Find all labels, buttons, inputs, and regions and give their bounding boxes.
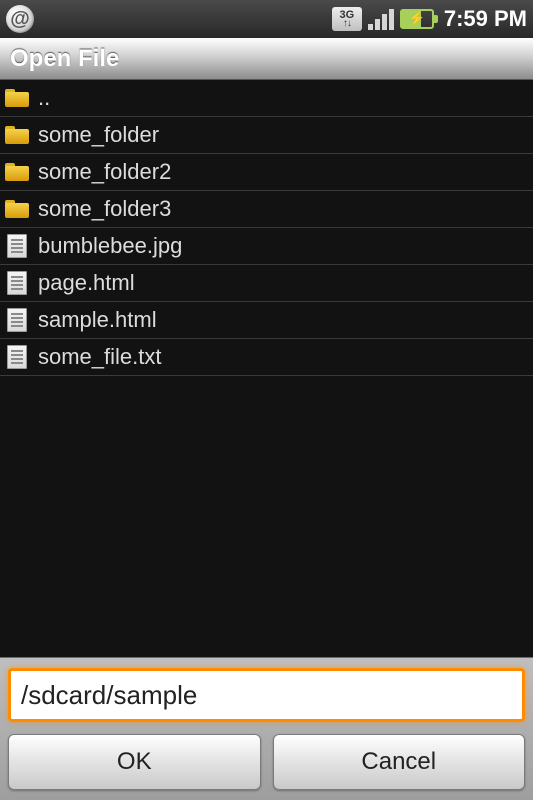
folder-icon — [5, 126, 29, 144]
file-icon — [7, 234, 27, 258]
bottom-panel: OK Cancel — [0, 657, 533, 800]
file-name-label: .. — [34, 85, 50, 111]
file-row[interactable]: sample.html — [0, 302, 533, 339]
app-at-icon: @ — [6, 5, 34, 33]
file-name-label: some_file.txt — [34, 344, 162, 370]
file-icon — [7, 345, 27, 369]
status-right: 3G ↑↓ ⚡ 7:59 PM — [332, 6, 527, 32]
signal-icon — [368, 8, 394, 30]
file-row[interactable]: some_folder2 — [0, 154, 533, 191]
file-name-label: page.html — [34, 270, 135, 296]
file-name-label: some_folder3 — [34, 196, 171, 222]
network-3g-icon: 3G ↑↓ — [332, 7, 362, 31]
file-icon — [7, 271, 27, 295]
file-row[interactable]: some_folder3 — [0, 191, 533, 228]
file-row[interactable]: some_file.txt — [0, 339, 533, 376]
file-name-label: some_folder — [34, 122, 159, 148]
file-name-label: some_folder2 — [34, 159, 171, 185]
dialog-title: Open File — [0, 38, 533, 80]
folder-icon — [5, 89, 29, 107]
status-left: @ — [6, 5, 34, 33]
file-icon — [7, 308, 27, 332]
file-row[interactable]: some_folder — [0, 117, 533, 154]
file-name-label: bumblebee.jpg — [34, 233, 182, 259]
button-row: OK Cancel — [8, 734, 525, 790]
folder-icon — [5, 163, 29, 181]
screen: @ 3G ↑↓ ⚡ 7:59 PM Open File .. some_folde… — [0, 0, 533, 800]
ok-button[interactable]: OK — [8, 734, 261, 790]
cancel-button[interactable]: Cancel — [273, 734, 526, 790]
folder-icon — [5, 200, 29, 218]
data-arrows-icon: ↑↓ — [343, 19, 351, 29]
file-row[interactable]: page.html — [0, 265, 533, 302]
file-row[interactable]: bumblebee.jpg — [0, 228, 533, 265]
file-list[interactable]: .. some_folder some_folder2 some_folder3bum… — [0, 80, 533, 657]
battery-icon: ⚡ — [400, 9, 434, 29]
clock: 7:59 PM — [444, 6, 527, 32]
file-name-label: sample.html — [34, 307, 157, 333]
path-input[interactable] — [8, 668, 525, 722]
file-row[interactable]: .. — [0, 80, 533, 117]
status-bar: @ 3G ↑↓ ⚡ 7:59 PM — [0, 0, 533, 38]
charging-bolt-icon: ⚡ — [408, 10, 425, 27]
